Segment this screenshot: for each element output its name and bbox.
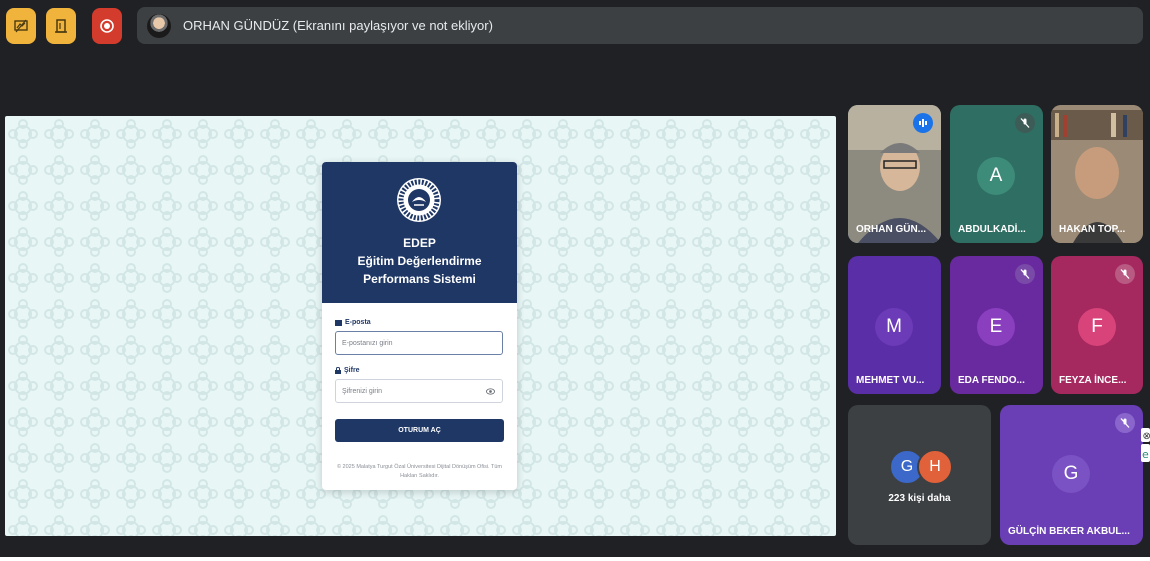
muted-indicator [1015, 113, 1035, 133]
password-input[interactable]: Şifrenizi girin [335, 379, 503, 403]
mic-off-icon [1020, 269, 1030, 279]
muted-indicator [1115, 264, 1135, 284]
muted-indicator [1115, 413, 1135, 433]
system-title: EDEP Eğitim Değerlendirme Performans Sis… [322, 234, 517, 288]
shared-screen: EDEP Eğitim Değerlendirme Performans Sis… [5, 116, 836, 536]
participant-avatar: A [977, 157, 1015, 195]
password-label: Şifre [335, 367, 360, 374]
lock-icon [335, 367, 341, 374]
audio-wave-icon [919, 119, 927, 127]
svg-text:e: e [1142, 448, 1149, 461]
more-avatar-h: H [917, 449, 953, 485]
participant-name: ORHAN GÜN... [856, 224, 926, 235]
participant-name: EDA FENDO... [958, 375, 1025, 386]
participant-name: FEYZA İNCE... [1059, 375, 1127, 386]
login-card-header: EDEP Eğitim Değerlendirme Performans Sis… [322, 162, 517, 303]
participant-name: ABDULKADİ... [958, 224, 1026, 235]
email-input[interactable]: E-postanızı girin [335, 331, 503, 355]
password-placeholder: Şifrenizi girin [342, 387, 383, 395]
participant-tile-eda[interactable]: E EDA FENDO... [950, 256, 1043, 394]
mic-off-icon [1120, 269, 1130, 279]
muted-indicator [1015, 264, 1035, 284]
record-icon [100, 19, 114, 33]
whiteboard-icon [14, 19, 28, 33]
more-participants-count: 223 kişi daha [888, 493, 951, 504]
login-button[interactable]: OTURUM AÇ [335, 419, 504, 442]
mic-off-icon [1020, 118, 1030, 128]
participant-name: GÜLÇİN BEKER AKBUL... [1008, 526, 1130, 537]
participant-name: HAKAN TOP... [1059, 224, 1126, 235]
more-participants-tile[interactable]: G H 223 kişi daha [848, 405, 991, 545]
side-overlay-icons: ⊗ e [1141, 428, 1150, 469]
speaking-indicator [913, 113, 933, 133]
eye-icon[interactable] [486, 387, 495, 396]
system-short-name: EDEP [403, 236, 436, 250]
email-label: E-posta [335, 319, 371, 326]
university-logo-icon [397, 178, 441, 222]
participant-name: MEHMET VU... [856, 375, 925, 386]
email-placeholder: E-postanızı girin [342, 339, 393, 347]
mic-off-icon [1120, 418, 1130, 428]
copyright-footer: © 2025 Malatya Turgut Özal Üniversitesi … [330, 463, 509, 481]
presenter-status-text: ORHAN GÜNDÜZ (Ekranını paylaşıyor ve not… [183, 18, 493, 33]
participant-avatar: G [1052, 455, 1090, 493]
door-icon [55, 19, 67, 33]
participant-avatar: M [875, 308, 913, 346]
participant-avatar: F [1078, 308, 1116, 346]
copyright-line1: © 2025 Malatya Turgut Özal Üniversitesi … [336, 464, 503, 470]
participant-tile-abdulkadir[interactable]: A ABDULKADİ... [950, 105, 1043, 243]
meeting-stage: ORHAN GÜNDÜZ (Ekranını paylaşıyor ve not… [0, 0, 1150, 557]
participant-avatar: E [977, 308, 1015, 346]
extension-icon[interactable]: ⊗ e [1141, 428, 1150, 464]
copyright-line2: Hakları Saklıdır. [400, 473, 439, 479]
presenter-banner: ORHAN GÜNDÜZ (Ekranını paylaşıyor ve not… [137, 7, 1143, 44]
svg-text:⊗: ⊗ [1143, 431, 1150, 442]
id-card-icon [335, 319, 342, 326]
system-name-line1: Eğitim Değerlendirme [357, 254, 482, 268]
record-button[interactable] [92, 8, 122, 44]
participant-tile-feyza[interactable]: F FEYZA İNCE... [1051, 256, 1143, 394]
system-name-line2: Performans Sistemi [363, 272, 476, 286]
whiteboard-button[interactable] [6, 8, 36, 44]
breakout-room-button[interactable] [46, 8, 76, 44]
participant-tile-orhan[interactable]: ORHAN GÜN... [848, 105, 941, 243]
participant-video [1051, 105, 1143, 243]
login-card: EDEP Eğitim Değerlendirme Performans Sis… [322, 162, 517, 490]
presenter-avatar [147, 13, 171, 38]
email-label-text: E-posta [345, 319, 371, 326]
participant-tile-mehmet[interactable]: M MEHMET VU... [848, 256, 941, 394]
participant-tile-gulcin[interactable]: G GÜLÇİN BEKER AKBUL... [1000, 405, 1143, 545]
participant-tile-hakan[interactable]: HAKAN TOP... [1051, 105, 1143, 243]
password-label-text: Şifre [344, 367, 360, 374]
